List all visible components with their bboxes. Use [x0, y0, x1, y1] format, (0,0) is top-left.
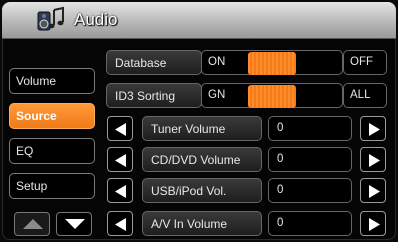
usb-ipod-volume-increase-button[interactable] [360, 178, 386, 203]
sidebar-item-eq[interactable]: EQ [9, 138, 95, 164]
triangle-left-icon [115, 123, 126, 136]
id3-sorting-label: ID3 Sorting [106, 83, 202, 108]
database-label: Database [106, 50, 202, 75]
triangle-right-icon [369, 218, 380, 231]
triangle-left-icon [115, 185, 126, 198]
database-on-option[interactable]: ON [208, 56, 225, 68]
database-off-option[interactable]: OFF [343, 50, 387, 75]
cd-dvd-volume-increase-button[interactable] [360, 147, 386, 172]
sidebar-item-volume[interactable]: Volume [9, 68, 95, 94]
tuner-volume-value: 0 [268, 116, 352, 141]
triangle-right-icon [369, 185, 380, 198]
av-in-volume-decrease-button[interactable] [107, 211, 133, 236]
av-in-volume-label: A/V In Volume [142, 211, 262, 236]
triangle-left-icon [115, 218, 126, 231]
triangle-right-icon [369, 154, 380, 167]
usb-ipod-volume-value: 0 [268, 178, 352, 203]
tuner-volume-label: Tuner Volume [142, 116, 262, 141]
triangle-down-icon [65, 219, 85, 229]
tuner-volume-increase-button[interactable] [360, 116, 386, 141]
page-title: Audio [74, 10, 118, 29]
id3-all-option[interactable]: ALL [343, 83, 387, 108]
usb-ipod-volume-decrease-button[interactable] [107, 178, 133, 203]
av-in-volume-value: 0 [268, 211, 352, 236]
tuner-volume-decrease-button[interactable] [107, 116, 133, 141]
triangle-right-icon [369, 123, 380, 136]
id3-gn-option[interactable]: GN [208, 89, 225, 101]
triangle-left-icon [115, 154, 126, 167]
id3-toggle[interactable]: GN [201, 83, 343, 108]
id3-toggle-slider[interactable] [248, 85, 296, 108]
page-down-button[interactable] [56, 212, 92, 236]
sidebar-item-setup[interactable]: Setup [9, 173, 95, 199]
cd-dvd-volume-decrease-button[interactable] [107, 147, 133, 172]
triangle-up-icon [23, 219, 43, 229]
usb-ipod-volume-label: USB/iPod Vol. [142, 178, 262, 203]
av-in-volume-increase-button[interactable] [360, 211, 386, 236]
page-up-button[interactable] [14, 212, 50, 236]
speaker-note-icon [36, 6, 66, 34]
cd-dvd-volume-value: 0 [268, 147, 352, 172]
sidebar-item-source[interactable]: Source [9, 103, 95, 129]
cd-dvd-volume-label: CD/DVD Volume [142, 147, 262, 172]
title-bar: Audio [2, 2, 396, 39]
database-toggle[interactable]: ON [201, 50, 343, 75]
database-toggle-slider[interactable] [248, 52, 296, 75]
